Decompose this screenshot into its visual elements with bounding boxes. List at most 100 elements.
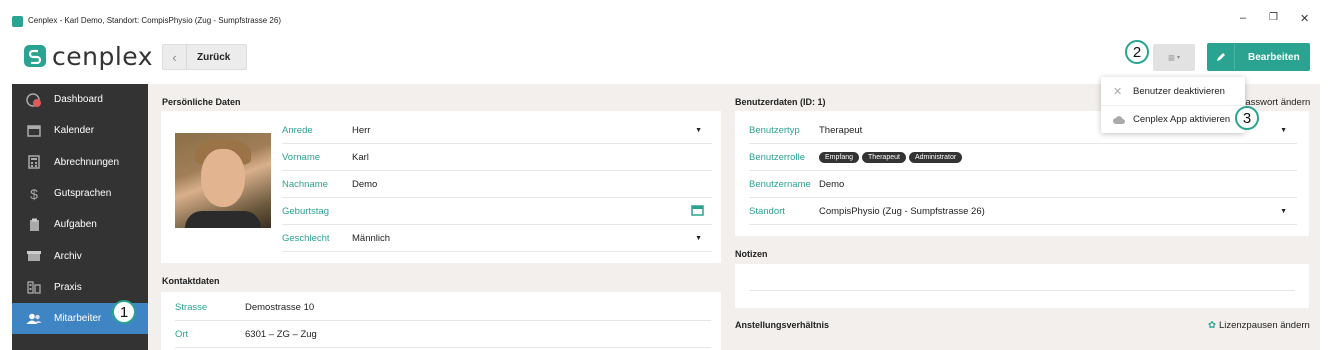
field-geschlecht[interactable]: Geschlecht Männlich ▼ <box>282 225 712 252</box>
personal-section-title: Persönliche Daten <box>162 97 241 107</box>
cloud-icon <box>1113 115 1125 124</box>
field-value: 6301 – ZG – Zug <box>245 328 317 340</box>
sidebar-item-label: Kalender <box>54 125 95 137</box>
field-anrede[interactable]: Anrede Herr ▼ <box>282 117 712 144</box>
role-badges: Empfang Therapeut Administrator <box>819 151 965 163</box>
caret-down-icon: ▾ <box>1177 55 1181 61</box>
field-label: Benutzerrolle <box>749 151 805 163</box>
field-geburtstag[interactable]: Geburtstag <box>282 198 712 225</box>
notes-section-title: Notizen <box>735 249 768 259</box>
calculator-icon <box>26 155 42 169</box>
field-value: CompisPhysio (Zug - Sumpfstrasse 26) <box>819 205 985 217</box>
edit-label: Bearbeiten <box>1248 51 1300 63</box>
field-label: Vorname <box>282 151 321 163</box>
sidebar-item-dashboard[interactable]: Dashboard <box>12 84 148 115</box>
contact-card: Strasse Demostrasse 10 Ort 6301 – ZG – Z… <box>161 292 721 350</box>
more-menu-dropdown: ✕ Benutzer deaktivieren Cenplex App akti… <box>1101 77 1245 133</box>
window-titlebar: Cenplex - Karl Demo, Standort: CompisPhy… <box>0 0 1330 42</box>
close-icon: ✕ <box>1113 85 1123 98</box>
employment-section-title: Anstellungsverhältnis <box>735 320 830 330</box>
field-label: Nachname <box>282 178 328 190</box>
callout-marker: 1 <box>112 300 136 324</box>
role-badge: Empfang <box>819 152 860 163</box>
cenplex-logo-icon <box>24 45 46 67</box>
sidebar-item-label: Aufgaben <box>54 219 97 231</box>
notes-card[interactable] <box>735 264 1309 308</box>
field-vorname[interactable]: Vorname Karl <box>282 144 712 171</box>
field-value: Männlich <box>352 232 391 244</box>
calendar-icon <box>26 124 42 138</box>
field-ort[interactable]: Ort 6301 – ZG – Zug <box>175 321 711 348</box>
minimize-button[interactable]: – <box>1240 12 1246 24</box>
window-title: Cenplex - Karl Demo, Standort: CompisPhy… <box>28 16 281 25</box>
users-icon <box>26 312 42 326</box>
restore-button[interactable]: ❐ <box>1269 12 1278 23</box>
field-value: Demo <box>352 178 378 190</box>
menu-item-label: Cenplex App aktivieren <box>1133 114 1231 125</box>
field-label: Ort <box>175 328 189 340</box>
sidebar-item-label: Archiv <box>54 250 82 262</box>
sidebar-item-label: Praxis <box>54 281 82 293</box>
sidebar-item-praxis[interactable]: Praxis <box>12 272 148 303</box>
field-nachname[interactable]: Nachname Demo <box>282 171 712 198</box>
dollar-icon: $ <box>30 185 38 202</box>
more-menu-button[interactable]: ≡ ▾ <box>1153 44 1195 71</box>
user-section-title: Benutzerdaten (ID: 1) <box>735 97 826 107</box>
sidebar-item-label: Dashboard <box>54 94 103 106</box>
field-value: Demo <box>819 178 845 190</box>
sidebar-item-aufgaben[interactable]: Aufgaben <box>12 209 148 240</box>
chevron-left-icon: ‹ <box>163 45 187 69</box>
building-icon <box>26 280 42 295</box>
sidebar-item-label: Mitarbeiter <box>54 313 102 325</box>
logo-text: cenplex <box>52 42 154 71</box>
menu-item-deactivate-user[interactable]: ✕ Benutzer deaktivieren <box>1101 77 1245 105</box>
field-label: Benutzername <box>749 178 811 190</box>
field-value: Therapeut <box>819 124 863 136</box>
back-label: Zurück <box>197 51 231 63</box>
field-value: Demostrasse 10 <box>245 301 315 313</box>
back-button[interactable]: ‹ Zurück <box>162 44 247 70</box>
pencil-icon <box>1207 43 1235 71</box>
callout-marker: 3 <box>1235 106 1259 130</box>
sidebar-item-kalender[interactable]: Kalender <box>12 115 148 146</box>
sidebar-item-label: Abrechnungen <box>54 156 120 168</box>
hamburger-icon: ≡ <box>1167 50 1175 65</box>
field-benutzerrolle[interactable]: Benutzerrolle Empfang Therapeut Administra… <box>749 144 1297 171</box>
field-label: Geschlecht <box>282 232 330 244</box>
role-badge: Administrator <box>908 152 963 163</box>
sidebar-item-label: Gutsprachen <box>54 188 112 200</box>
menu-item-label: Benutzer deaktivieren <box>1133 85 1225 97</box>
license-pause-label: Lizenzpausen ändern <box>1218 320 1310 331</box>
gear-icon: ✿ <box>1208 320 1216 331</box>
menu-item-activate-app[interactable]: Cenplex App aktivieren <box>1101 105 1245 133</box>
role-badge: Therapeut <box>862 152 906 163</box>
field-label: Anrede <box>282 124 313 136</box>
clipboard-icon <box>26 218 42 232</box>
caret-down-icon: ▼ <box>695 126 702 134</box>
field-label: Strasse <box>175 301 208 313</box>
calendar-icon[interactable] <box>691 204 704 219</box>
field-label: Standort <box>749 205 785 217</box>
dashboard-icon <box>26 92 42 107</box>
sidebar-item-archiv[interactable]: Archiv <box>12 240 148 271</box>
sidebar-item-abrechnungen[interactable]: Abrechnungen <box>12 147 148 178</box>
archive-icon <box>26 249 42 263</box>
caret-down-icon: ▼ <box>1280 126 1287 134</box>
field-value: Herr <box>352 124 371 136</box>
edit-button[interactable]: Bearbeiten <box>1207 43 1310 71</box>
field-strasse[interactable]: Strasse Demostrasse 10 <box>175 294 711 321</box>
field-value: Karl <box>352 151 369 163</box>
callout-marker: 2 <box>1125 40 1149 64</box>
license-pause-link[interactable]: ✿ Lizenzpausen ändern <box>1208 320 1310 331</box>
profile-photo <box>175 133 271 228</box>
close-window-button[interactable]: ✕ <box>1300 12 1309 25</box>
contact-section-title: Kontaktdaten <box>162 276 220 286</box>
app-icon <box>12 16 23 27</box>
sidebar-item-gutsprachen[interactable]: $ Gutsprachen <box>12 178 148 209</box>
field-standort[interactable]: Standort CompisPhysio (Zug - Sumpfstrass… <box>749 198 1297 225</box>
field-label: Benutzertyp <box>749 124 800 136</box>
field-label: Geburtstag <box>282 205 329 217</box>
field-benutzername[interactable]: Benutzername Demo <box>749 171 1297 198</box>
caret-down-icon: ▼ <box>1280 207 1287 215</box>
caret-down-icon: ▼ <box>695 234 702 242</box>
